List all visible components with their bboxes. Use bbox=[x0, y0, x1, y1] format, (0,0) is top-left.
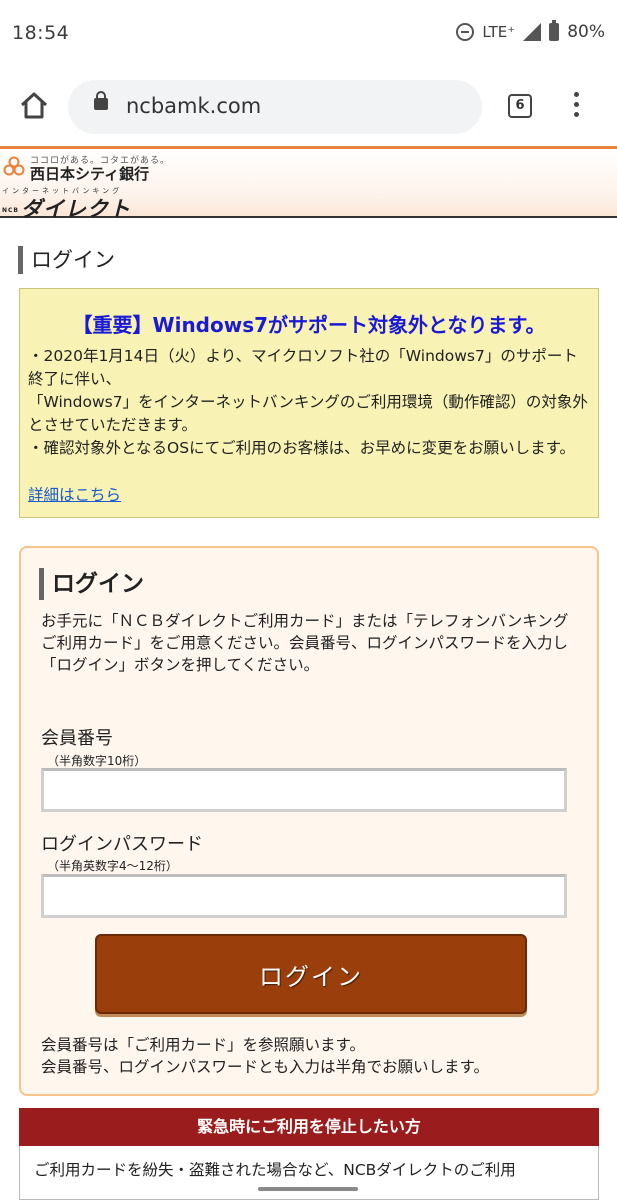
ncb-mark: NCB bbox=[2, 206, 19, 214]
lock-icon bbox=[94, 91, 108, 110]
member-number-hint: （半角数字10桁） bbox=[47, 754, 147, 768]
site-header: ココロがある。コタエがある。 西日本シティ銀行 インターネットバンキング NCB… bbox=[0, 146, 617, 221]
member-number-label: 会員番号 bbox=[41, 728, 113, 749]
notice-line: ・2020年1月14日（火）より、マイクロソフト社の「Windows7」のサポー… bbox=[28, 347, 578, 388]
menu-dot-icon bbox=[573, 102, 579, 107]
menu-dot-icon bbox=[573, 112, 579, 117]
login-button[interactable]: ログイン bbox=[95, 934, 527, 1014]
login-note-line: 会員番号、ログインパスワードとも入力は半角でお願いします。 bbox=[41, 1058, 489, 1076]
page-title: ログイン bbox=[18, 246, 115, 274]
bank-name: 西日本シティ銀行 bbox=[30, 165, 150, 183]
tab-switcher-button[interactable]: 6 bbox=[508, 94, 532, 118]
battery-icon bbox=[549, 20, 560, 41]
notice-title: 【重要】Windows7がサポート対象外となります。 bbox=[72, 313, 546, 337]
signal-icon bbox=[523, 23, 542, 41]
emergency-section-title: 緊急時にご利用を停止したい方 bbox=[19, 1108, 599, 1146]
status-icons: LTE⁺ 80% bbox=[456, 20, 605, 42]
battery-level: 80% bbox=[567, 22, 605, 42]
login-title: ログイン bbox=[39, 568, 144, 600]
url-text: ncbamk.com bbox=[126, 94, 262, 118]
login-form: ログイン お手元に「ＮＣＢダイレクトご利用カード」または「テレフォンバンキングご… bbox=[19, 546, 599, 1096]
notice-line: 「Windows7」をインターネットバンキングのご利用環境（動作確認）の対象外と… bbox=[28, 393, 588, 434]
status-time: 18:54 bbox=[12, 22, 70, 44]
bank-logo-icon[interactable] bbox=[2, 155, 26, 179]
emergency-section-body: ご利用カードを紛失・盗難された場合など、NCBダイレクトのご利用 bbox=[19, 1146, 599, 1200]
gesture-nav-handle[interactable] bbox=[258, 1187, 358, 1191]
notice-line: ・確認対象外となるOSにてご利用のお客様は、お早めに変更をお願いします。 bbox=[28, 439, 576, 457]
important-notice: 【重要】Windows7がサポート対象外となります。 ・2020年1月14日（火… bbox=[19, 288, 599, 518]
do-not-disturb-icon bbox=[456, 23, 475, 41]
password-input[interactable] bbox=[41, 874, 567, 918]
home-button[interactable] bbox=[18, 90, 50, 122]
password-hint: （半角英数字4～12桁） bbox=[47, 859, 178, 873]
menu-dot-icon bbox=[573, 92, 579, 97]
status-bar: 18:54 LTE⁺ 80% bbox=[0, 0, 617, 68]
home-icon bbox=[20, 92, 48, 119]
service-name: ダイレクト bbox=[21, 197, 131, 221]
notice-body: ・2020年1月14日（火）より、マイクロソフト社の「Windows7」のサポー… bbox=[28, 345, 592, 460]
service-logo: NCBダイレクト bbox=[2, 193, 131, 223]
browser-toolbar: ncbamk.com 6 bbox=[0, 68, 617, 146]
login-note: 会員番号は「ご利用カード」を参照願います。 会員番号、ログインパスワードとも入力… bbox=[41, 1034, 583, 1078]
member-number-input[interactable] bbox=[41, 768, 567, 812]
notice-details-link[interactable]: 詳細はこちら bbox=[28, 483, 121, 505]
login-note-line: 会員番号は「ご利用カード」を参照願います。 bbox=[41, 1036, 365, 1054]
network-type: LTE⁺ bbox=[482, 23, 516, 41]
password-label: ログインパスワード bbox=[41, 834, 203, 855]
address-bar[interactable]: ncbamk.com bbox=[68, 80, 482, 134]
more-menu-button[interactable] bbox=[572, 92, 580, 122]
login-description: お手元に「ＮＣＢダイレクトご利用カード」または「テレフォンバンキングご利用カード… bbox=[41, 612, 569, 674]
